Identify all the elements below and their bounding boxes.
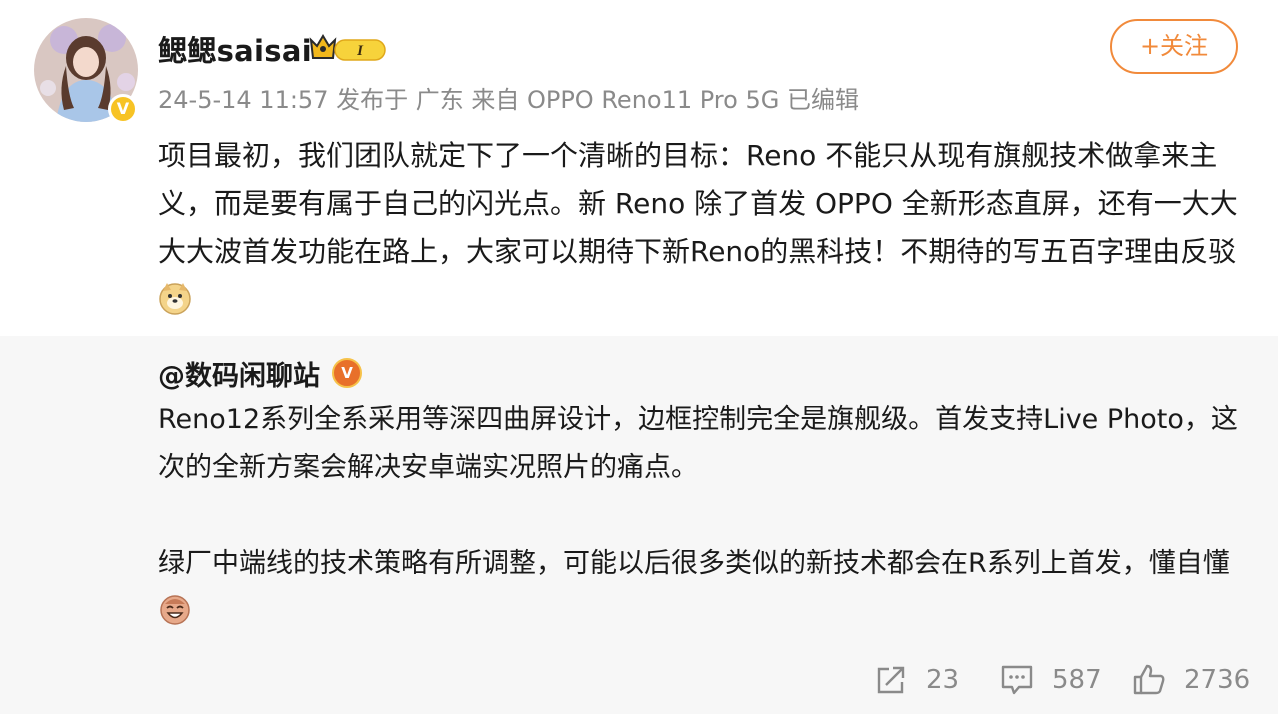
like-action[interactable]: 2736 xyxy=(1132,662,1250,698)
post-text: 项目最初，我们团队就定下了一个清晰的目标：Reno 不能只从现有旗舰技术做拿来主… xyxy=(158,139,1238,268)
comment-icon xyxy=(1001,665,1033,695)
comment-action[interactable]: 587 xyxy=(1000,662,1102,698)
level-badge-text: I xyxy=(356,43,364,59)
follow-button[interactable]: +关注 xyxy=(1110,19,1238,74)
doge-emoji-icon xyxy=(159,283,191,315)
like-icon xyxy=(1133,664,1165,695)
repost-author[interactable]: @数码闲聊站 xyxy=(158,354,320,393)
username[interactable]: 鳃鳃saisai xyxy=(158,28,312,70)
verified-v-icon: V xyxy=(108,94,138,124)
repost-paragraph-2: 绿厂中端线的技术策略有所调整，可能以后很多类似的新技术都会在R系列上首发，懂自懂 xyxy=(158,548,1230,579)
share-icon xyxy=(877,666,905,694)
repost-paragraph-2-wrap: 绿厂中端线的技术策略有所调整，可能以后很多类似的新技术都会在R系列上首发，懂自懂 xyxy=(158,540,1243,636)
like-count: 2736 xyxy=(1184,665,1251,695)
laugh-emoji-icon xyxy=(160,595,190,625)
repost-paragraph-1: Reno12系列全系采用等深四曲屏设计，边框控制完全是旗舰级。首发支持Live … xyxy=(158,404,1238,483)
post-meta: 24-5-14 11:57 发布于 广东 来自 OPPO Reno11 Pro … xyxy=(158,86,859,114)
share-action[interactable]: 23 xyxy=(874,662,959,698)
repost-content: Reno12系列全系采用等深四曲屏设计，边框控制完全是旗舰级。首发支持Live … xyxy=(158,396,1243,636)
repost-verified-icon: V xyxy=(332,358,362,388)
post-content: 项目最初，我们团队就定下了一个清晰的目标：Reno 不能只从现有旗舰技术做拿来主… xyxy=(158,132,1238,324)
main-post: V 鳃鳃saisai I 24-5-14 11:57 发布于 广东 来自 OPP… xyxy=(0,0,1278,336)
repost-block[interactable]: @数码闲聊站 V Reno12系列全系采用等深四曲屏设计，边框控制完全是旗舰级。… xyxy=(0,336,1278,714)
comment-count: 587 xyxy=(1052,665,1102,695)
share-count: 23 xyxy=(926,665,960,695)
crown-level-icon[interactable]: I xyxy=(309,30,387,64)
